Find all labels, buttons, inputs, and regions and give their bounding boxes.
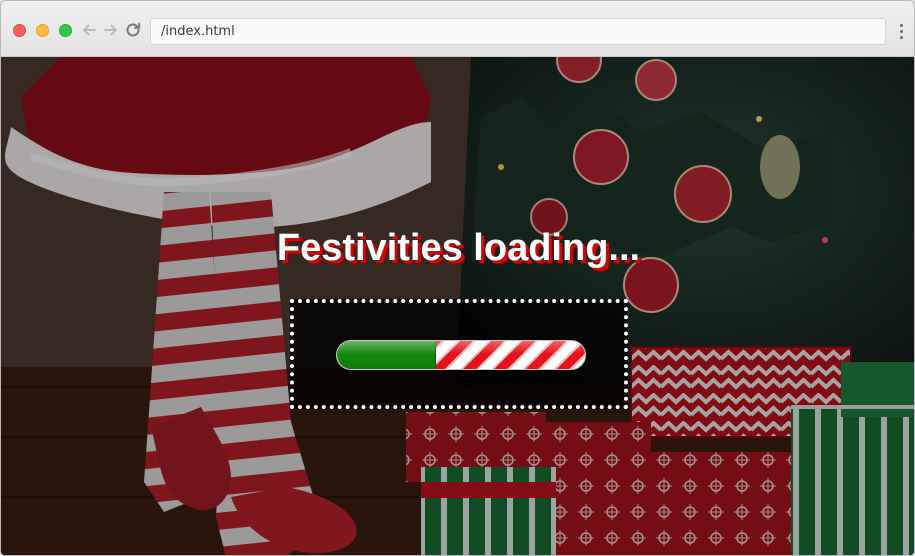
browser-window: /index.html Festivities loading... (0, 0, 915, 556)
address-text: /index.html (161, 24, 235, 39)
browser-toolbar: /index.html (1, 1, 914, 57)
browser-menu-button[interactable] (894, 21, 908, 41)
reload-icon (126, 22, 141, 37)
close-window-button[interactable] (13, 24, 26, 37)
address-bar[interactable]: /index.html (150, 18, 886, 45)
loader-panel (290, 299, 628, 409)
arrow-left-icon (83, 24, 96, 36)
zoom-window-button[interactable] (59, 24, 72, 37)
loading-title: Festivities loading... (276, 227, 641, 269)
back-button[interactable] (79, 20, 99, 40)
forward-button[interactable] (101, 20, 121, 40)
more-vertical-icon (899, 23, 903, 27)
minimize-window-button[interactable] (36, 24, 49, 37)
arrow-right-icon (104, 24, 117, 36)
candy-cane-progress-bar (336, 340, 586, 370)
page-viewport: Festivities loading... (1, 57, 914, 555)
progress-fill (337, 341, 437, 369)
reload-button[interactable] (123, 20, 143, 40)
